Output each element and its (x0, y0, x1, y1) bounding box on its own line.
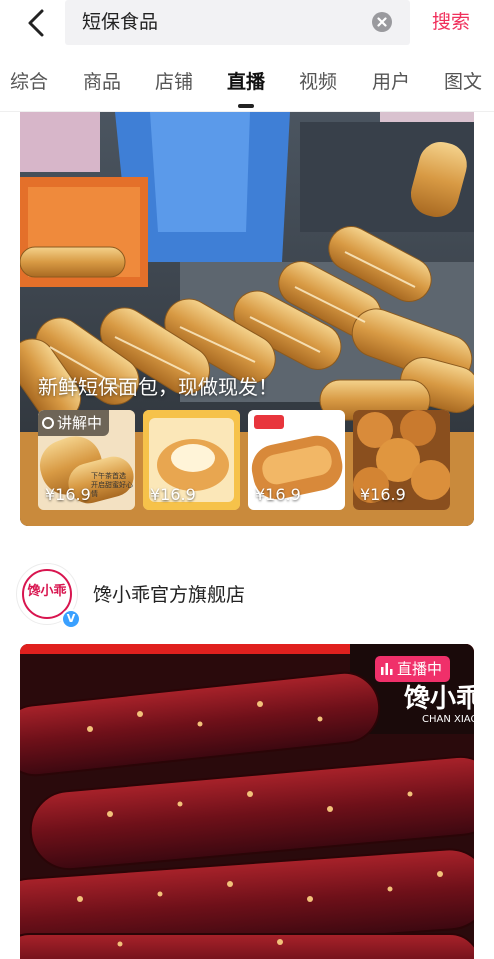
tab-all[interactable]: 综合 (10, 69, 48, 95)
search-header: 短保食品 搜索 (0, 0, 494, 52)
product-thumb-3[interactable]: ¥16.9 (248, 410, 345, 510)
search-button[interactable]: 搜索 (432, 9, 470, 35)
shop-name[interactable]: 馋小乖官方旗舰店 (93, 582, 245, 608)
tab-videos[interactable]: 视频 (299, 69, 337, 95)
product-price: ¥16.9 (45, 485, 91, 504)
product-caption: 下午茶首选 开启甜蜜好心情 (91, 472, 133, 498)
product-thumb-1[interactable]: 讲解中 下午茶首选 开启甜蜜好心情 ¥16.9 (38, 410, 135, 510)
tab-shops[interactable]: 店铺 (155, 69, 193, 95)
search-query-text: 短保食品 (82, 11, 159, 33)
explaining-badge: 讲解中 (38, 410, 110, 436)
product-price: ¥16.9 (360, 485, 406, 504)
tab-users[interactable]: 用户 (372, 69, 410, 95)
brand-logo-subtext: CHAN XIAO (422, 714, 474, 725)
live-bars-icon (381, 663, 393, 675)
live-now-label: 直播中 (397, 660, 443, 678)
back-button[interactable] (16, 5, 56, 41)
live-dot-icon (42, 417, 54, 429)
tab-articles[interactable]: 图文 (444, 69, 482, 95)
tab-live[interactable]: 直播 (227, 69, 265, 95)
chevron-left-icon (28, 9, 44, 37)
shop-logo: 馋小乖 (27, 584, 67, 599)
brand-logo-text: 馋小乖 (404, 684, 474, 714)
product-thumb-2[interactable]: ¥16.9 (143, 410, 240, 510)
active-tab-indicator (238, 104, 254, 108)
product-price: ¥16.9 (255, 485, 301, 504)
live-now-badge: 直播中 (375, 656, 451, 682)
clear-circle-icon (377, 17, 387, 27)
tab-products[interactable]: 商品 (83, 69, 121, 95)
live-stream-card-2[interactable]: 直播中 馋小乖 CHAN XIAO (20, 644, 474, 959)
clear-search-button[interactable] (372, 12, 392, 32)
live-stream-card[interactable]: 新鲜短保面包，现做现发！ 讲解中 下午茶首选 开启甜蜜好心情 ¥16.9 ¥16… (20, 112, 474, 526)
search-input[interactable]: 短保食品 (65, 0, 410, 45)
shop-row[interactable]: 馋小乖 V 馋小乖官方旗舰店 (0, 560, 494, 630)
verified-badge-icon: V (61, 609, 81, 629)
live-stream-title: 新鲜短保面包，现做现发！ (38, 375, 278, 399)
explaining-badge-label: 讲解中 (57, 414, 103, 432)
product-price: ¥16.9 (150, 485, 196, 504)
product-thumb-4[interactable]: ¥16.9 (353, 410, 450, 510)
result-tabs: 综合 商品 店铺 直播 视频 用户 图文 (0, 62, 494, 112)
